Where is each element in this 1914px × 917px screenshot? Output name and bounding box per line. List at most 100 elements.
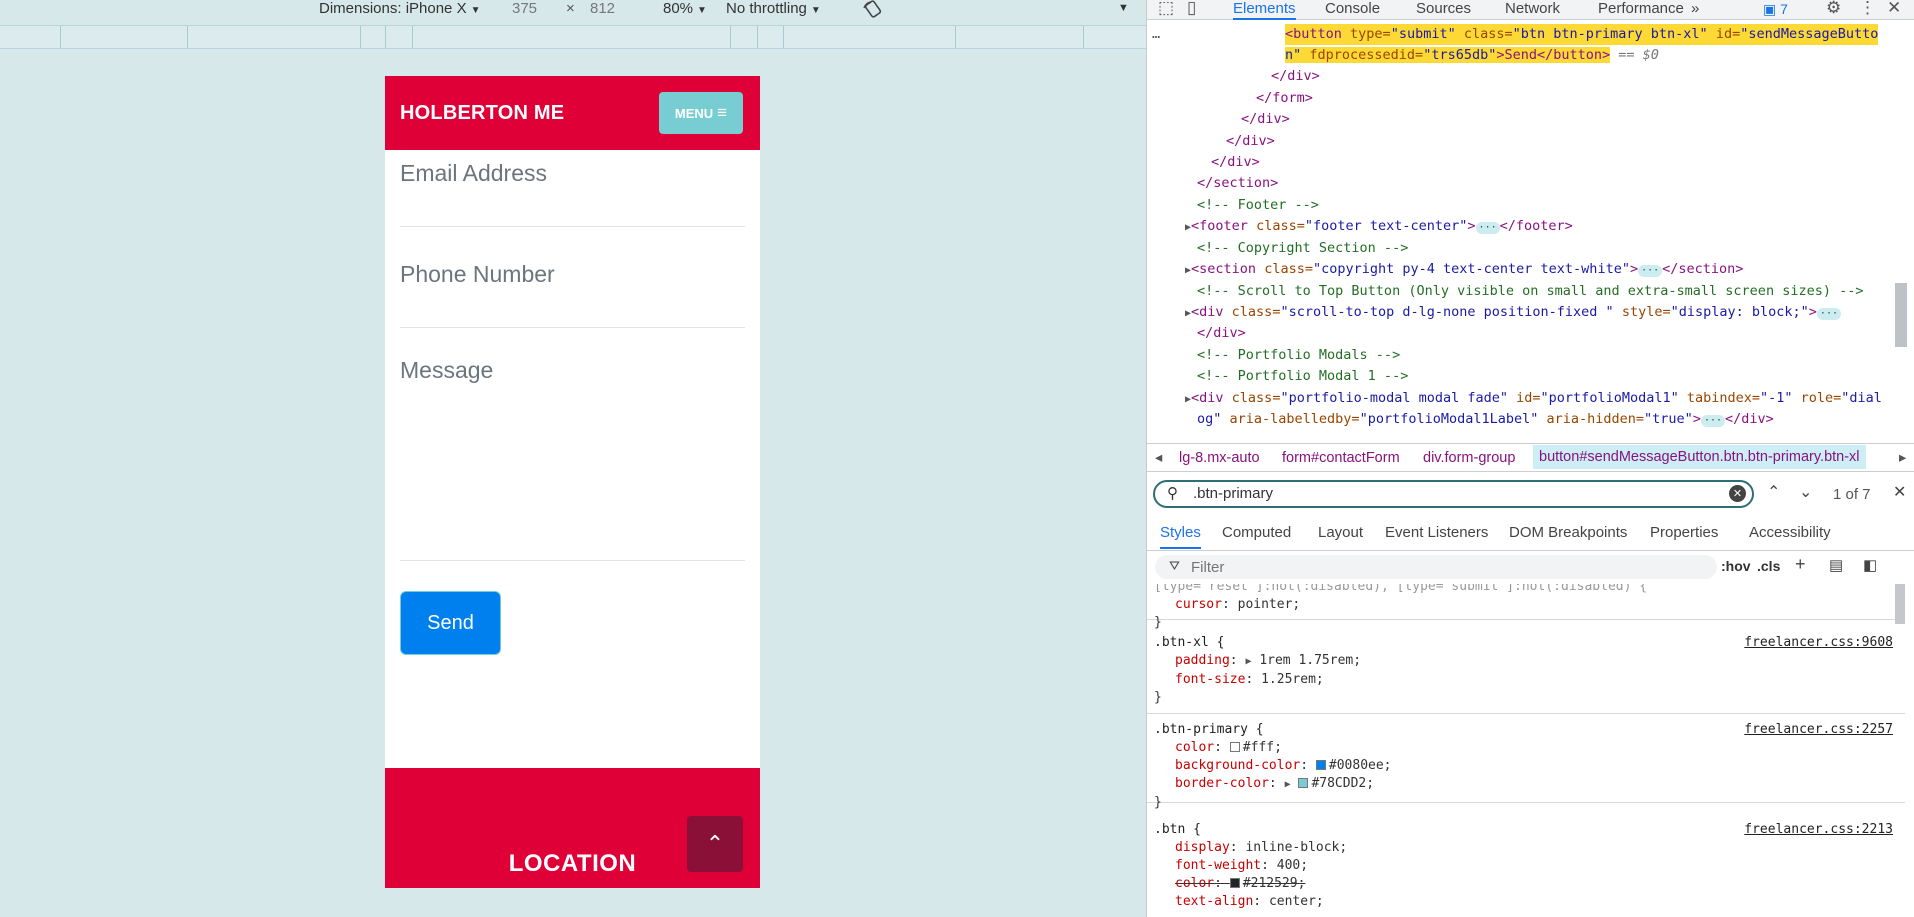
zoom-select[interactable]: 80% ▼ <box>663 0 707 19</box>
tab-styles[interactable]: Styles <box>1160 523 1201 549</box>
dom-comment[interactable]: <!-- Portfolio Modals --> <box>1197 345 1400 366</box>
more-vertical-icon[interactable]: ⋮ <box>1859 0 1876 18</box>
brand-logo[interactable]: HOLBERTON ME <box>400 102 564 125</box>
source-link[interactable]: freelancer.css:2257 <box>1744 721 1893 739</box>
prop-name: font-size <box>1175 672 1246 687</box>
send-button[interactable]: Send <box>400 591 501 655</box>
breadcrumb-item[interactable]: form#contactForm <box>1282 450 1400 466</box>
dom-node[interactable]: </div> <box>1241 109 1290 130</box>
search-input[interactable] <box>1193 485 1693 502</box>
dom-node[interactable]: ▶<div class="portfolio-modal modal fade"… <box>1185 388 1882 410</box>
message-field[interactable]: Message <box>400 357 745 561</box>
search-box[interactable]: ⚲ ✕ <box>1153 480 1754 508</box>
expand-triangle-icon[interactable]: ▶ <box>1285 779 1291 790</box>
source-link[interactable]: freelancer.css:9608 <box>1744 634 1893 652</box>
tab-network[interactable]: Network <box>1505 0 1560 18</box>
paint-brush-icon[interactable]: ▤ <box>1829 556 1843 574</box>
next-match-icon[interactable]: ⌄ <box>1799 482 1812 502</box>
phone-field[interactable]: Phone Number <box>400 261 745 328</box>
tab-performance[interactable]: Performance <box>1598 0 1684 18</box>
color-swatch-icon[interactable] <box>1298 778 1309 788</box>
tab-computed[interactable]: Computed <box>1222 523 1291 543</box>
source-link[interactable]: freelancer.css:2213 <box>1744 821 1893 839</box>
css-declaration[interactable]: text-align: center; <box>1154 893 1898 911</box>
clear-search-icon[interactable]: ✕ <box>1729 485 1746 502</box>
device-toggle-icon[interactable]: ▯ <box>1187 0 1196 18</box>
css-declaration[interactable]: border-color: ▶ #78CDD2; <box>1154 775 1898 794</box>
elements-tree: … <button type="submit" class="btn btn-p… <box>1147 21 1907 441</box>
menu-button[interactable]: MENU ≡ <box>659 92 743 134</box>
dom-node[interactable]: </form> <box>1256 88 1313 109</box>
device-viewport: Dimensions: iPhone X ▼ 375 × 812 80% ▼ No … <box>0 0 1146 917</box>
previous-match-icon[interactable]: ⌃ <box>1767 482 1780 502</box>
more-options-icon[interactable]: ▼ <box>1118 0 1129 17</box>
hover-state-toggle[interactable]: :hov <box>1721 558 1751 574</box>
breadcrumb-item[interactable]: div.form-group <box>1423 450 1515 466</box>
filter-box[interactable]: ⛛ <box>1155 555 1717 579</box>
width-input[interactable]: 375 <box>512 0 537 17</box>
more-tabs-icon[interactable]: » <box>1691 0 1699 18</box>
row-ellipsis-icon[interactable]: … <box>1152 24 1160 45</box>
add-rule-icon[interactable]: + <box>1795 554 1806 575</box>
breadcrumb-item[interactable]: lg-8.mx-auto <box>1179 450 1260 466</box>
tab-layout[interactable]: Layout <box>1318 523 1363 543</box>
breadcrumb-item-active[interactable]: button#sendMessageButton.btn.btn-primary… <box>1533 445 1866 469</box>
class-toggle[interactable]: .cls <box>1757 558 1780 574</box>
css-declaration[interactable]: cursor: pointer; <box>1154 596 1898 614</box>
dom-comment[interactable]: <!-- Copyright Section --> <box>1197 238 1408 259</box>
inspect-element-icon[interactable]: ⬚ <box>1158 0 1174 18</box>
scrollbar-thumb[interactable] <box>1895 283 1907 347</box>
breadcrumb-scroll-left-icon[interactable]: ◂ <box>1155 450 1162 466</box>
sidebar-toggle-icon[interactable]: ◧ <box>1863 556 1877 574</box>
collapsed-ellipsis-icon[interactable]: ··· <box>1816 308 1841 320</box>
tab-properties[interactable]: Properties <box>1650 523 1718 543</box>
css-declaration[interactable]: font-weight: 400; <box>1154 857 1898 875</box>
collapsed-ellipsis-icon[interactable]: ··· <box>1475 222 1500 234</box>
dom-node-cont[interactable]: og" aria-labelledby="portfolioModal1Labe… <box>1197 409 1774 430</box>
height-input[interactable]: 812 <box>590 0 615 17</box>
tab-dom-breakpoints[interactable]: DOM Breakpoints <box>1509 523 1627 543</box>
email-field[interactable]: Email Address <box>400 160 745 227</box>
css-declaration[interactable]: padding: ▶ 1rem 1.75rem; <box>1154 652 1898 671</box>
dom-node[interactable]: </div> <box>1211 152 1260 173</box>
scroll-to-top-button[interactable]: ⌃ <box>687 816 743 872</box>
dom-comment[interactable]: <!-- Footer --> <box>1197 195 1319 216</box>
settings-gear-icon[interactable]: ⚙ <box>1826 0 1841 18</box>
breadcrumb-scroll-right-icon[interactable]: ▸ <box>1899 450 1906 466</box>
tab-elements[interactable]: Elements <box>1233 0 1296 20</box>
dom-node-selected[interactable]: <button type="submit" class="btn btn-pri… <box>1285 24 1879 46</box>
color-swatch-icon[interactable] <box>1229 878 1240 888</box>
tab-accessibility[interactable]: Accessibility <box>1749 523 1831 543</box>
dom-node[interactable]: </div> <box>1226 131 1275 152</box>
dom-node[interactable]: </div> <box>1197 323 1246 344</box>
tab-console[interactable]: Console <box>1325 0 1380 18</box>
scrollbar-thumb[interactable] <box>1895 584 1905 624</box>
css-declaration[interactable]: background-color: #0080ee; <box>1154 757 1898 775</box>
collapsed-ellipsis-icon[interactable]: ··· <box>1700 415 1726 427</box>
dom-node[interactable]: ▶<div class="scroll-to-top d-lg-none pos… <box>1185 302 1841 324</box>
css-declaration-overridden[interactable]: color: #212529; <box>1154 875 1898 893</box>
close-search-icon[interactable]: ✕ <box>1893 482 1906 502</box>
dom-comment[interactable]: <!-- Portfolio Modal 1 --> <box>1197 366 1408 387</box>
css-declaration[interactable]: display: inline-block; <box>1154 839 1898 857</box>
device-select[interactable]: Dimensions: iPhone X ▼ <box>319 0 480 19</box>
dom-comment[interactable]: <!-- Scroll to Top Button (Only visible … <box>1197 281 1863 302</box>
collapsed-ellipsis-icon[interactable]: ··· <box>1638 265 1663 277</box>
throttling-select[interactable]: No throttling ▼ <box>726 0 821 19</box>
close-icon[interactable]: ✕ <box>1887 0 1901 18</box>
tab-sources[interactable]: Sources <box>1416 0 1471 18</box>
issues-badge[interactable]: ▣ 7 <box>1763 0 1788 18</box>
filter-input[interactable] <box>1191 559 1591 576</box>
color-swatch-icon[interactable] <box>1315 760 1326 770</box>
tab-event-listeners[interactable]: Event Listeners <box>1385 523 1488 543</box>
dom-node[interactable]: ▶<section class="copyright py-4 text-cen… <box>1185 259 1743 281</box>
dom-node-selected-cont[interactable]: n" fdprocessedid="trs65db">Send</button>… <box>1285 45 1659 66</box>
dom-node[interactable]: </div> <box>1271 66 1320 87</box>
color-swatch-icon[interactable] <box>1229 742 1240 752</box>
dom-node[interactable]: </section> <box>1197 173 1278 194</box>
css-declaration[interactable]: color: #fff; <box>1154 739 1898 757</box>
expand-triangle-icon[interactable]: ▶ <box>1245 656 1251 667</box>
dom-node[interactable]: ▶<footer class="footer text-center"> ··· <… <box>1185 216 1573 238</box>
rotate-icon[interactable] <box>862 0 884 22</box>
css-declaration[interactable]: font-size: 1.25rem; <box>1154 671 1898 689</box>
